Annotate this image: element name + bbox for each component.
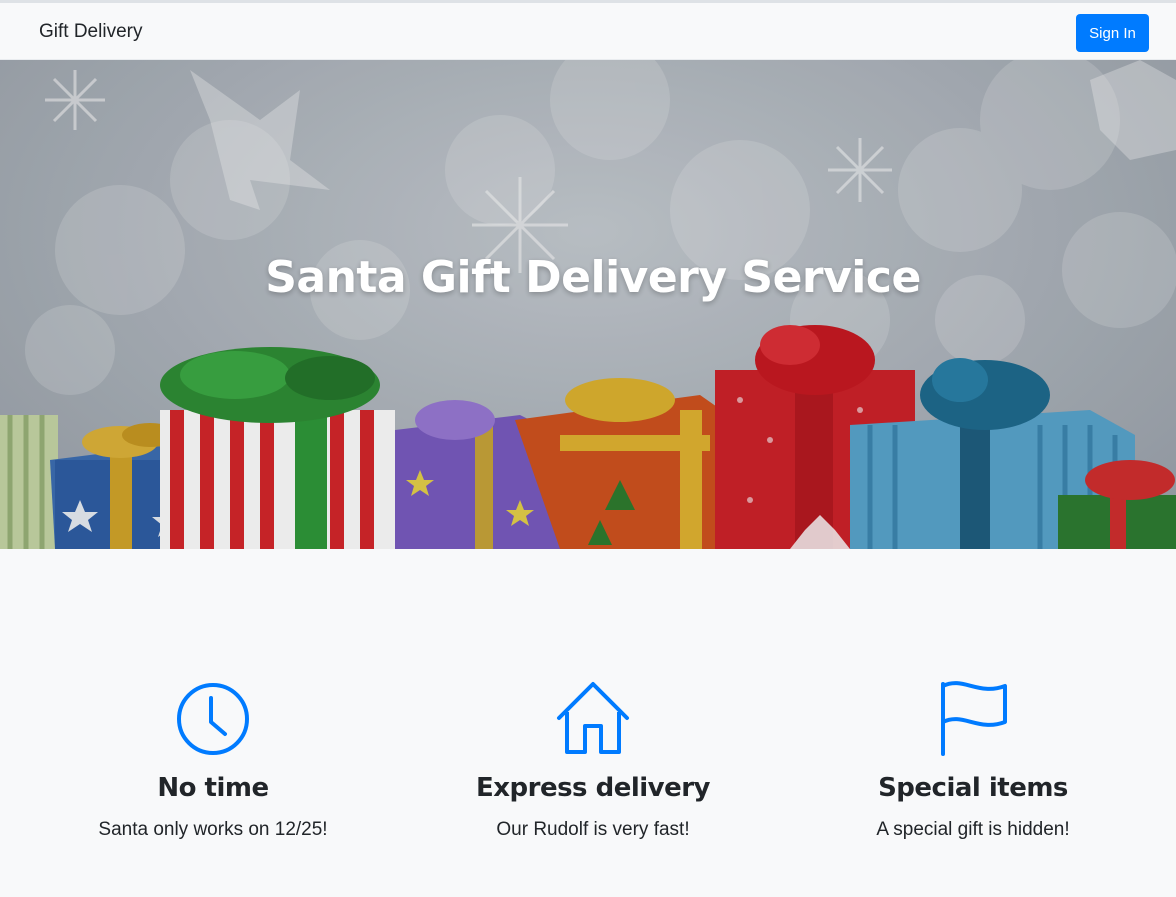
feature-title: Special items — [878, 773, 1068, 803]
feature-title: No time — [157, 773, 269, 803]
clock-icon — [177, 683, 249, 755]
features-section: No time Santa only works on 12/25! Expre… — [0, 549, 1176, 897]
feature-text: Our Rudolf is very fast! — [496, 819, 690, 840]
feature-text: A special gift is hidden! — [876, 819, 1070, 840]
hero-title: Santa Gift Delivery Service — [265, 252, 921, 303]
hero-background-image — [0, 60, 1176, 549]
navbar: Gift Delivery Sign In — [0, 0, 1176, 60]
feature-title: Express delivery — [475, 773, 711, 803]
flag-icon — [941, 681, 1007, 756]
house-icon — [557, 682, 629, 754]
sign-in-button[interactable]: Sign In — [1076, 14, 1149, 52]
hero-banner: Santa Gift Delivery Service — [0, 60, 1176, 549]
brand-link[interactable]: Gift Delivery — [39, 21, 142, 43]
feature-text: Santa only works on 12/25! — [98, 819, 328, 840]
